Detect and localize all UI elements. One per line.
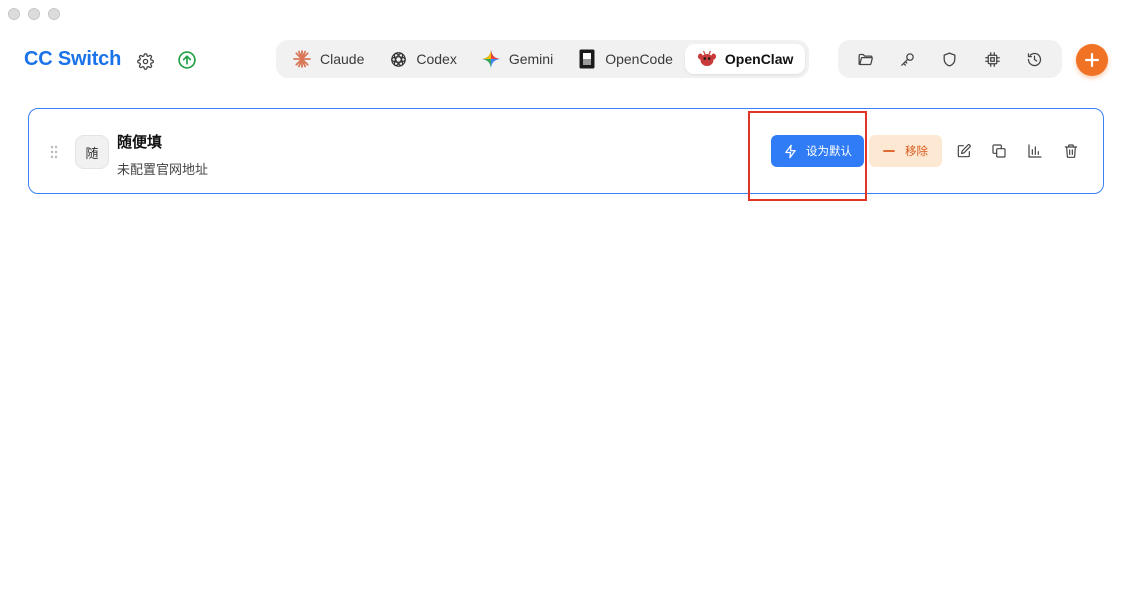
tab-label: Codex [416, 51, 457, 67]
delete-button[interactable] [1060, 140, 1082, 162]
set-default-button[interactable]: 设为默认 [771, 135, 864, 167]
tab-gemini[interactable]: Gemini [469, 44, 565, 74]
lightning-icon [785, 144, 796, 158]
gemini-icon [481, 49, 501, 69]
history-button[interactable] [1020, 44, 1050, 74]
claude-icon [292, 49, 312, 69]
shield-icon [944, 51, 956, 67]
provider-card[interactable]: 随 随便填 未配置官网地址 设为默认 移除 [28, 108, 1104, 194]
tab-label: Gemini [508, 51, 554, 67]
api-keys-button[interactable] [893, 44, 923, 74]
copy-icon [992, 144, 1006, 158]
tab-opencode[interactable]: OpenCode [565, 44, 685, 74]
remove-label: 移除 [905, 146, 928, 158]
app-title: CC Switch [24, 48, 122, 70]
history-icon [1028, 52, 1042, 66]
tab-openclaw[interactable]: OpenClaw [684, 44, 806, 74]
plus-icon [1084, 52, 1100, 68]
edit-button[interactable] [953, 140, 975, 162]
minus-icon [883, 150, 895, 152]
key-icon [901, 52, 914, 66]
minimize-window-button[interactable] [28, 8, 40, 20]
settings-button[interactable] [133, 49, 157, 73]
tab-codex[interactable]: Codex [376, 44, 468, 74]
set-default-label: 设为默认 [806, 146, 852, 158]
open-folder-button[interactable] [850, 44, 880, 74]
drag-handle[interactable] [49, 144, 59, 160]
provider-avatar: 随 [75, 135, 109, 169]
close-window-button[interactable] [8, 8, 20, 20]
update-button[interactable] [175, 48, 199, 72]
window-controls [8, 8, 60, 20]
toolbar [838, 40, 1062, 78]
app-tabs: Claude Codex Gemini OpenCode OpenClaw [276, 40, 810, 78]
zoom-window-button[interactable] [48, 8, 60, 20]
tab-label: OpenCode [605, 51, 673, 67]
gear-icon [136, 52, 154, 70]
provider-url: 未配置官网地址 [117, 162, 209, 177]
remove-button[interactable]: 移除 [869, 135, 942, 167]
tab-label: Claude [320, 51, 365, 67]
edit-icon [957, 144, 971, 158]
usage-stats-button[interactable] [1024, 140, 1046, 162]
security-button[interactable] [935, 44, 965, 74]
processor-button[interactable] [977, 44, 1007, 74]
provider-name: 随便填 [117, 134, 163, 151]
openclaw-icon [697, 49, 717, 69]
header: CC Switch Claude Codex Gemini OpenCode O… [0, 38, 1132, 82]
codex-icon [388, 49, 408, 69]
grip-icon [50, 145, 58, 159]
chip-icon [984, 51, 1000, 67]
folder-icon [858, 53, 873, 65]
duplicate-button[interactable] [988, 140, 1010, 162]
opencode-icon [577, 49, 597, 69]
trash-icon [1064, 144, 1078, 158]
arrow-up-circle-icon [178, 51, 196, 69]
tab-claude[interactable]: Claude [280, 44, 376, 74]
bar-chart-icon [1028, 144, 1042, 158]
tab-label: OpenClaw [724, 51, 794, 67]
add-provider-button[interactable] [1076, 44, 1108, 76]
